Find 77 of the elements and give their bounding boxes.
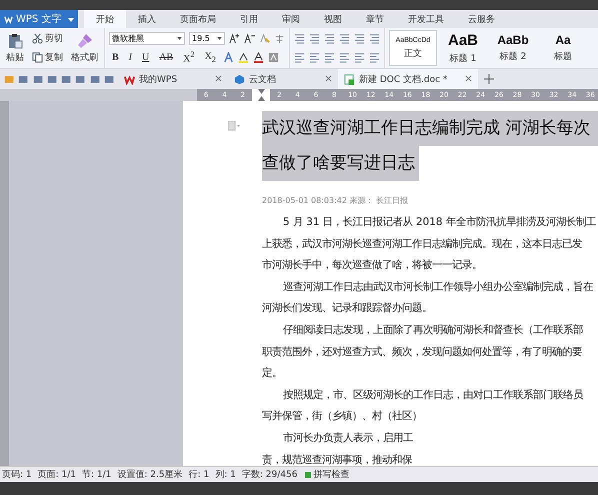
document-title: 查做了啥要写进日志 xyxy=(262,146,419,181)
wps-logo-icon xyxy=(4,14,13,24)
paragraph-line: 河湖长们发现、记录和跟踪督办问题。 xyxy=(262,301,433,316)
paragraph-line: 职责范围外，还对巡查方式、频次，发现问题如何处置等，有了明确的要 xyxy=(262,344,583,360)
menu-tab[interactable]: 开始 xyxy=(84,10,126,28)
cut-button[interactable]: 剪切 xyxy=(30,32,65,45)
font-size-select[interactable]: 19.5 xyxy=(189,32,225,45)
style-preset[interactable]: AaB 标题 1 xyxy=(439,30,487,66)
phonetic-icon[interactable] xyxy=(274,32,285,44)
status-item: 字数: 29/456 xyxy=(242,468,298,481)
highlight-icon[interactable] xyxy=(238,52,249,63)
paste-button[interactable]: 粘贴 xyxy=(4,32,26,64)
article-meta: 2018-05-01 08:03:42 来源： 长江日报 xyxy=(262,195,410,206)
menu-tab[interactable]: 页面布局 xyxy=(168,10,228,28)
status-item: 节: 1/1 xyxy=(82,468,112,481)
format-painter-button[interactable]: 格式刷 xyxy=(69,32,100,64)
grow-font-icon[interactable] xyxy=(229,32,240,44)
status-item: 页码: 1 xyxy=(2,469,32,481)
menu-tab[interactable]: 视图 xyxy=(312,10,354,28)
close-icon xyxy=(215,75,222,82)
scissors-icon[interactable] xyxy=(32,33,43,44)
text-effect-icon[interactable] xyxy=(222,52,234,63)
status-item: 行: 1 xyxy=(188,469,210,481)
document-title: 武汉巡查河湖工作日志编制完成 河湖长每次 xyxy=(262,111,598,146)
close-icon xyxy=(465,75,472,82)
copy-icon[interactable] xyxy=(32,52,43,63)
paragraph-line: 市河长办负责人表示，启用工 xyxy=(282,430,414,446)
paragraph-line: 定。 xyxy=(262,366,283,382)
menu-tab[interactable]: 插入 xyxy=(126,10,168,28)
format-button[interactable]: U xyxy=(139,52,152,63)
paragraph-line: 市河湖长手中，每次巡查做了啥，将被一一记录。 xyxy=(262,258,483,274)
menu-tab[interactable]: 开发工具 xyxy=(396,10,456,28)
paragraph-line: 上获悉，武汉市河湖长巡查河湖工作日志编制完成。现在，这本日志已发 xyxy=(262,236,583,252)
status-item: 列: 1 xyxy=(215,468,236,481)
shading-icon[interactable] xyxy=(268,52,279,63)
close-tab-button[interactable] xyxy=(325,74,332,84)
spell-check-toggle[interactable]: 拼写检查 xyxy=(303,468,352,481)
close-tab-button[interactable] xyxy=(215,74,222,84)
font-name-select[interactable]: 微软雅黑 xyxy=(109,32,185,45)
caret-icon xyxy=(68,18,74,22)
caret-icon xyxy=(177,36,182,40)
menu-tab[interactable]: 审阅 xyxy=(270,10,312,28)
paragraph-line: 写并保管，街（乡镇）、村（社区） xyxy=(262,409,423,424)
document-icon[interactable] xyxy=(344,74,355,84)
paragraph-line: 巡查河湖工作日志由武汉市河长制工作领导小组办公室编制完成，旨在 xyxy=(282,280,594,295)
paragraph-line: 5 月 31 日，长江日报记者从 2018 年全市防汛抗旱排涝及河湖长制工 xyxy=(282,215,597,230)
add-tab-icon[interactable] xyxy=(484,74,494,84)
caret-icon xyxy=(217,36,222,40)
copy-button[interactable]: 复制 xyxy=(30,51,65,64)
style-preset[interactable]: AaBb 标题 2 xyxy=(489,30,537,66)
format-button[interactable]: B xyxy=(109,52,122,63)
close-icon xyxy=(325,75,332,82)
menu-tab[interactable]: 云服务 xyxy=(456,10,507,28)
clear-format-icon[interactable] xyxy=(259,32,270,44)
indent-marker-icon[interactable] xyxy=(258,89,265,101)
style-preset[interactable]: Aa 标题 xyxy=(539,30,587,66)
wps-logo-icon[interactable] xyxy=(124,74,135,84)
format-button[interactable]: X$^{2}$ xyxy=(180,50,198,64)
align-left-icon[interactable] xyxy=(294,52,305,63)
font-color-icon[interactable] xyxy=(252,52,264,63)
shrink-font-icon[interactable] xyxy=(244,32,255,44)
clipboard-icon xyxy=(7,32,23,48)
brush-icon xyxy=(76,32,92,48)
format-button[interactable]: X$_{2}$ xyxy=(202,50,219,64)
format-button[interactable]: AB xyxy=(156,52,176,63)
document-tab[interactable]: 新建 DOC 文档.doc * xyxy=(338,69,478,89)
cube-icon[interactable] xyxy=(234,74,245,84)
paragraph-line: 仔细阅读日志发现，上面除了再次明确河湖长和督查长（工作联系部 xyxy=(282,322,584,338)
close-tab-button[interactable] xyxy=(465,74,472,84)
app-menu-button[interactable]: WPS 文字 xyxy=(0,10,78,28)
menu-tab[interactable]: 章节 xyxy=(354,10,396,28)
status-item: 设置值: 2.5厘米 xyxy=(117,468,183,481)
status-item: 页面: 1/1 xyxy=(38,469,76,481)
paragraph-line: 按照规定，市、区级河湖长的工作日志，由对口工作联系部门联络员 xyxy=(282,388,584,403)
menu-tab[interactable]: 引用 xyxy=(228,10,270,28)
format-button[interactable]: I xyxy=(126,52,136,63)
paragraph-line: 责，规范巡查河湖事项，推动和保 xyxy=(262,452,413,466)
